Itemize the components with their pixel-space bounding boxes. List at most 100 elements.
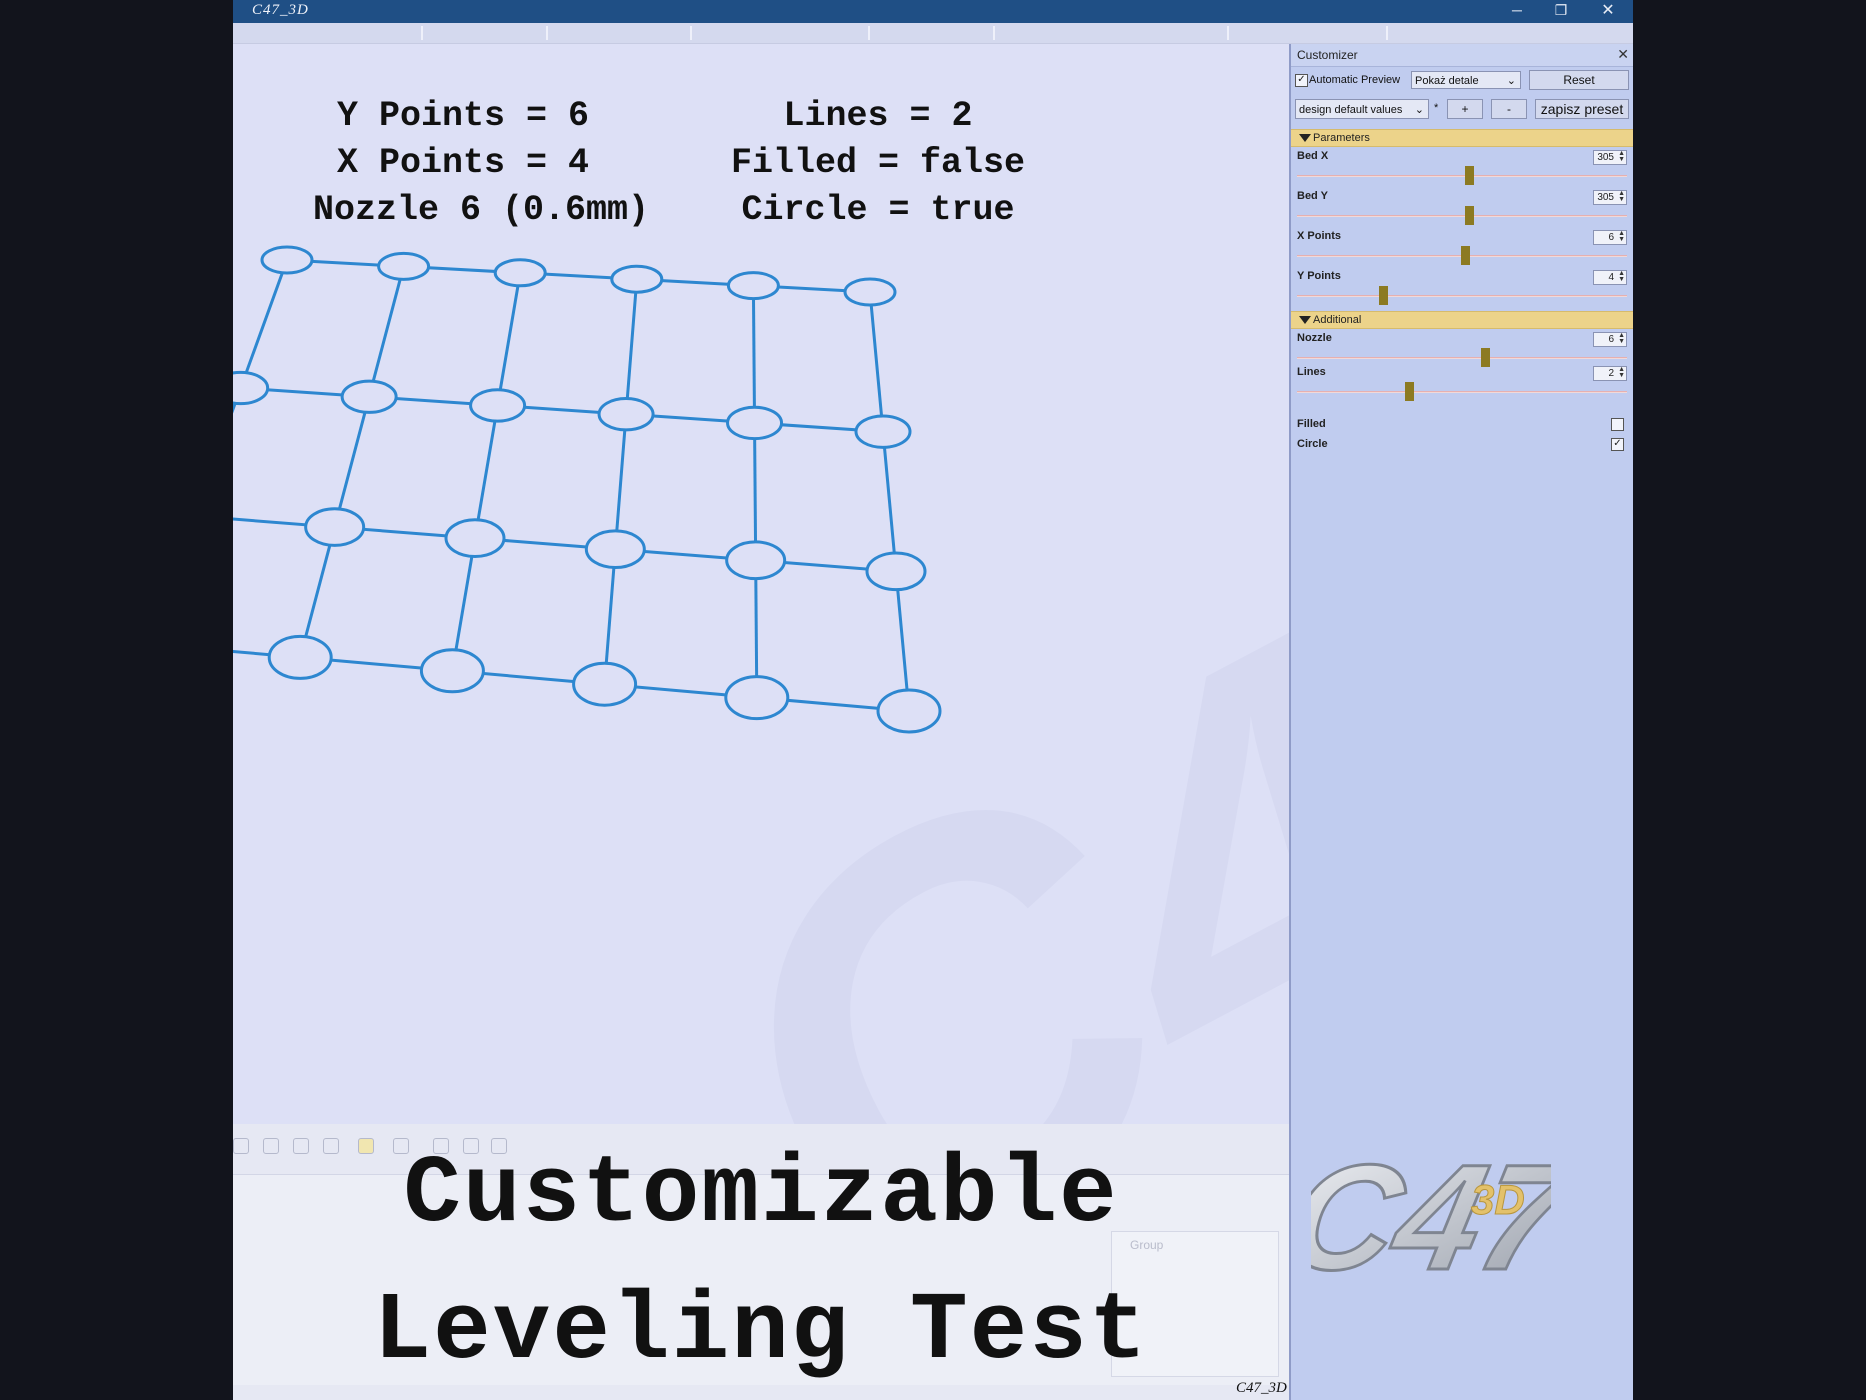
- param-spinbox[interactable]: 305 ▲ ▼: [1593, 150, 1627, 165]
- param-check-row: Filled: [1291, 418, 1633, 434]
- preset-select[interactable]: design default values ⌄: [1295, 99, 1429, 119]
- app-title: C47_3D: [252, 2, 309, 18]
- add-preset-button[interactable]: +: [1447, 99, 1483, 119]
- restore-button[interactable]: ❐: [1541, 0, 1581, 23]
- logo-sub-text: 3D: [1471, 1176, 1525, 1223]
- info-circle: Circle = true: [741, 190, 1015, 230]
- section-parameters[interactable]: Parameters: [1291, 129, 1633, 147]
- reset-button[interactable]: Reset: [1529, 70, 1629, 90]
- remove-preset-button[interactable]: -: [1491, 99, 1527, 119]
- automatic-preview-checkbox[interactable]: ✓: [1295, 74, 1308, 87]
- grid-line-vertical: [613, 414, 628, 550]
- grid-point-circle: [419, 648, 485, 694]
- param-slider-thumb[interactable]: [1405, 382, 1415, 401]
- section-parameters-label: Parameters: [1313, 132, 1370, 144]
- detail-select-value: Pokaż detale: [1415, 75, 1479, 87]
- footer-watermark: C47_3D: [1236, 1380, 1287, 1396]
- param-slider-thumb[interactable]: [1464, 166, 1474, 185]
- customizer-title: Customizer: [1297, 48, 1358, 62]
- detail-select[interactable]: Pokaż detale ⌄: [1411, 71, 1521, 89]
- grid-point-circle: [724, 675, 790, 721]
- param-value: 305: [1597, 152, 1614, 163]
- param-label: Lines: [1297, 366, 1326, 378]
- param-label: Bed X: [1297, 150, 1329, 162]
- param-slider-thumb[interactable]: [1464, 206, 1474, 225]
- grid-point-circle: [260, 245, 314, 275]
- spin-arrows-icon[interactable]: ▲ ▼: [1618, 270, 1625, 283]
- param-spinbox[interactable]: 6 ▲ ▼: [1593, 332, 1627, 347]
- grid-point-circle: [377, 251, 431, 281]
- param-spinbox[interactable]: 4 ▲ ▼: [1593, 270, 1627, 285]
- param-spinbox[interactable]: 305 ▲ ▼: [1593, 190, 1627, 205]
- filled-checkbox[interactable]: [1611, 418, 1624, 431]
- info-nozzle: Nozzle 6 (0.6mm): [313, 190, 650, 230]
- headline-line-2: Leveling Test: [373, 1277, 1149, 1386]
- grid-point-circle: [493, 258, 547, 288]
- app-window: C47_3D ─ ❐ ✕ C47 Y Points = 6 X Points =…: [233, 0, 1633, 1400]
- param-value: 6: [1608, 334, 1614, 345]
- grid-point-circle: [865, 551, 927, 592]
- grid-line-vertical: [496, 272, 522, 406]
- grid-point-circle: [597, 397, 655, 432]
- param-row: Bed Y 305 ▲ ▼: [1291, 190, 1633, 230]
- param-label: Bed Y: [1297, 190, 1328, 202]
- grid-point-circle: [726, 405, 784, 441]
- section-additional-label: Additional: [1313, 314, 1362, 326]
- grid-point-circle: [876, 688, 942, 734]
- spin-arrows-icon[interactable]: ▲ ▼: [1618, 150, 1625, 163]
- chevron-down-icon: ⌄: [1506, 75, 1516, 87]
- param-row: Y Points 4 ▲ ▼: [1291, 270, 1633, 310]
- param-slider-track[interactable]: [1297, 215, 1627, 217]
- grid-line-vertical: [367, 266, 406, 398]
- info-x-points: X Points = 4: [336, 143, 590, 183]
- param-label: Y Points: [1297, 270, 1341, 282]
- toolbar-separator: [421, 26, 423, 40]
- spin-arrows-icon[interactable]: ▲ ▼: [1618, 230, 1625, 243]
- grid-point-circle: [726, 271, 780, 301]
- param-spinbox[interactable]: 2 ▲ ▼: [1593, 366, 1627, 381]
- section-additional[interactable]: Additional: [1291, 311, 1633, 329]
- param-value: 6: [1608, 232, 1614, 243]
- param-slider-track[interactable]: [1297, 391, 1627, 393]
- param-value: 2: [1608, 368, 1614, 379]
- minimize-button[interactable]: ─: [1497, 0, 1537, 23]
- grid-line-vertical: [624, 279, 639, 415]
- close-icon[interactable]: ✕: [1617, 46, 1629, 63]
- grid-line-vertical: [473, 405, 500, 539]
- grid-point-circle: [610, 264, 664, 294]
- toolbar-strip: [233, 23, 1633, 44]
- grid-point-circle: [854, 414, 912, 449]
- info-y-points: Y Points = 6: [336, 96, 590, 136]
- grid-point-circle: [572, 661, 638, 707]
- grid-line-vertical: [233, 387, 243, 414]
- param-slider-track[interactable]: [1297, 175, 1627, 177]
- param-slider-thumb[interactable]: [1481, 348, 1491, 367]
- grid-point-circle: [584, 529, 646, 570]
- chevron-down-icon: ⌄: [1414, 104, 1424, 116]
- save-preset-button[interactable]: zapisz preset: [1535, 99, 1629, 119]
- close-window-button[interactable]: ✕: [1588, 0, 1628, 23]
- grid-line-vertical: [753, 422, 758, 561]
- info-lines: Lines = 2: [783, 96, 973, 136]
- param-slider-thumb[interactable]: [1378, 286, 1388, 305]
- param-spinbox[interactable]: 6 ▲ ▼: [1593, 230, 1627, 245]
- customizer-panel: Customizer ✕ ✓ Automatic Preview Pokaż d…: [1289, 44, 1633, 1400]
- grid-point-circle: [469, 388, 527, 423]
- spin-arrows-icon[interactable]: ▲ ▼: [1618, 366, 1625, 379]
- spin-arrows-icon[interactable]: ▲ ▼: [1618, 190, 1625, 203]
- circle-checkbox[interactable]: ✓: [1611, 438, 1624, 451]
- spin-arrows-icon[interactable]: ▲ ▼: [1618, 332, 1625, 345]
- grid-point-circle: [304, 507, 366, 547]
- param-value: 305: [1597, 192, 1614, 203]
- c47-3d-logo: C47 3D: [1311, 1133, 1551, 1303]
- param-slider-track[interactable]: [1297, 357, 1627, 359]
- 3d-viewport[interactable]: C47 Y Points = 6 X Points = 4 Nozzle 6 (…: [233, 44, 1289, 1124]
- toolbar-separator: [993, 26, 995, 40]
- param-slider-thumb[interactable]: [1461, 246, 1471, 265]
- param-check-row: Circle ✓: [1291, 438, 1633, 454]
- param-slider-track[interactable]: [1297, 295, 1627, 297]
- headline-line-1: Customizable: [403, 1140, 1119, 1249]
- grid-point-circle: [340, 379, 398, 414]
- grid-line-vertical: [239, 259, 289, 389]
- toolbar-separator: [868, 26, 870, 40]
